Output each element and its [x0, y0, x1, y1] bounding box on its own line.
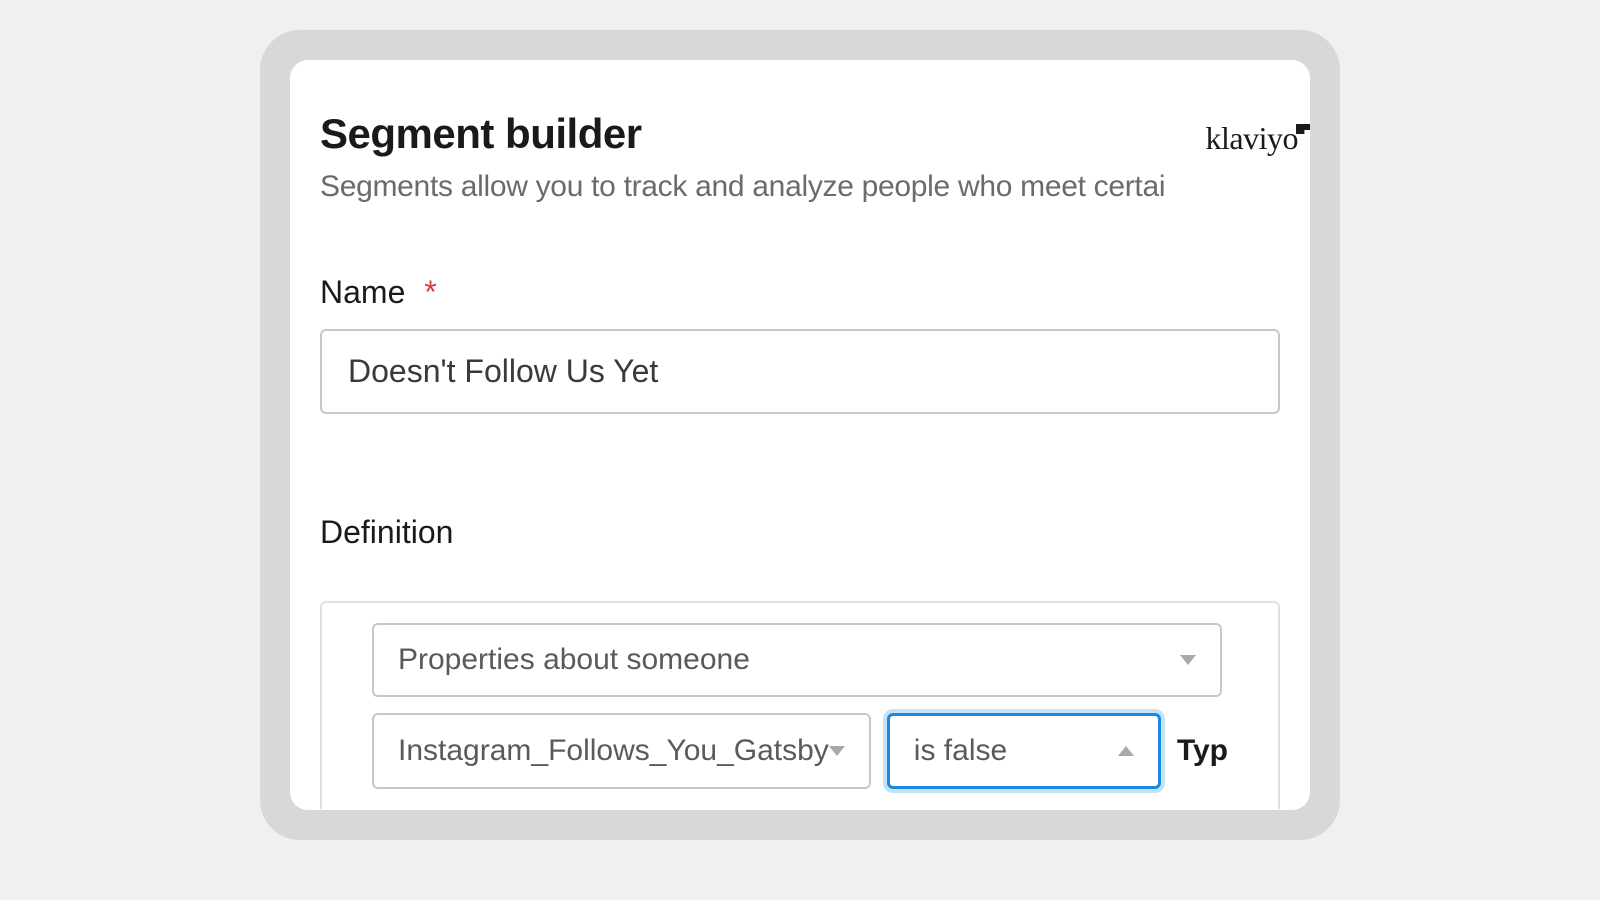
definition-heading: Definition	[320, 514, 1280, 551]
type-label: Typ	[1177, 734, 1228, 768]
segment-name-input[interactable]	[320, 329, 1280, 414]
operator-selected: is false	[914, 734, 1007, 768]
name-field-section: Name *	[320, 274, 1280, 414]
condition-type-selected: Properties about someone	[398, 643, 750, 677]
operator-dropdown[interactable]: is false	[887, 713, 1161, 789]
definition-panel: Properties about someone Instagram_Follo…	[320, 601, 1280, 809]
required-marker: *	[424, 274, 436, 310]
definition-row: Instagram_Follows_You_Gatsby is false Ty…	[372, 713, 1228, 789]
page-title: Segment builder	[320, 110, 1280, 158]
condition-type-dropdown[interactable]: Properties about someone	[372, 623, 1222, 697]
brand-logo-text: klaviyo	[1206, 120, 1298, 156]
property-dropdown[interactable]: Instagram_Follows_You_Gatsby	[372, 713, 871, 789]
brand-logo-flag-icon	[1296, 124, 1310, 134]
page-subtitle: Segments allow you to track and analyze …	[320, 170, 1280, 204]
chevron-up-icon	[1118, 746, 1134, 756]
app-screen: klaviyo Segment builder Segments allow y…	[290, 60, 1310, 810]
brand-logo: klaviyo	[1206, 120, 1310, 157]
name-label-text: Name	[320, 274, 405, 310]
property-selected: Instagram_Follows_You_Gatsby	[398, 734, 829, 768]
name-field-label: Name *	[320, 274, 1280, 311]
chevron-down-icon	[1180, 655, 1196, 665]
chevron-down-icon	[829, 746, 845, 756]
device-frame: klaviyo Segment builder Segments allow y…	[260, 30, 1340, 840]
